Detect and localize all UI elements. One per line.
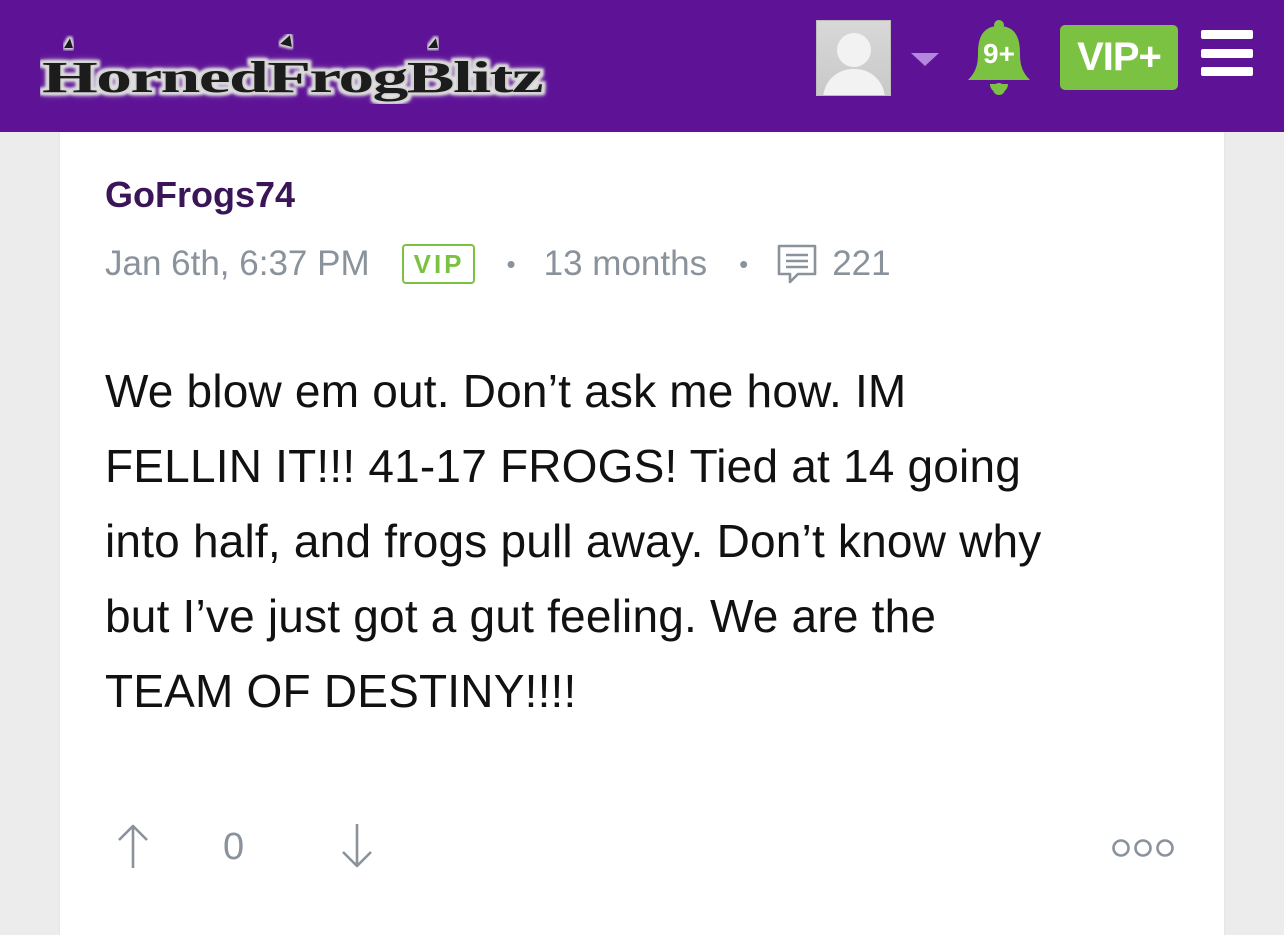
post-author[interactable]: GoFrogs74 [105, 174, 295, 216]
site-logo[interactable]: HornedFrogBlitz [40, 34, 550, 104]
hamburger-menu-icon[interactable] [1201, 30, 1253, 76]
speech-bubble-icon [777, 244, 817, 284]
post-body-line: but I’ve just got a gut feeling. We are … [105, 590, 937, 642]
user-avatar[interactable] [816, 20, 891, 96]
menu-line [1201, 67, 1253, 76]
arrow-up-icon[interactable] [113, 822, 153, 870]
separator-dot: • [739, 248, 749, 279]
arrow-down-icon[interactable] [337, 822, 377, 870]
post-body-line: We blow em out. Don’t ask me how. IM [105, 365, 907, 417]
reply-count[interactable]: 221 [832, 244, 890, 284]
member-duration: 13 months [543, 244, 708, 283]
logo-text: HornedFrogBlitz [42, 53, 543, 102]
post-body: We blow em out. Don’t ask me how. IM FEL… [105, 354, 1195, 729]
avatar-shoulders [823, 69, 885, 95]
logo-wordmark: HornedFrogBlitz [42, 35, 544, 102]
post-body-line: TEAM OF DESTINY!!!! [105, 665, 577, 717]
post-actions: 0 [105, 822, 1185, 882]
vip-badge: VIP [401, 244, 475, 284]
notifications-button[interactable]: 9+ [966, 18, 1032, 98]
notification-count: 9+ [983, 38, 1015, 69]
post-body-line: FELLIN IT!!! 41-17 FROGS! Tied at 14 goi… [105, 440, 1022, 492]
post-timestamp[interactable]: Jan 6th, 6:37 PM [105, 244, 370, 284]
more-options-icon[interactable] [1111, 836, 1175, 860]
avatar-head [837, 33, 871, 67]
post-meta: Jan 6th, 6:37 PM VIP • 13 months • 221 [105, 242, 891, 286]
vip-plus-button[interactable]: VIP+ [1060, 25, 1178, 90]
menu-line [1201, 48, 1253, 58]
post-body-line: into half, and frogs pull away. Don’t kn… [105, 515, 1042, 567]
chevron-down-icon[interactable] [911, 53, 939, 66]
site-header: HornedFrogBlitz 9+ VIP+ [0, 0, 1284, 132]
menu-line [1201, 30, 1253, 39]
separator-dot: • [506, 248, 516, 279]
vote-count: 0 [223, 826, 245, 868]
post-card: GoFrogs74 Jan 6th, 6:37 PM VIP • 13 mont… [60, 132, 1224, 935]
